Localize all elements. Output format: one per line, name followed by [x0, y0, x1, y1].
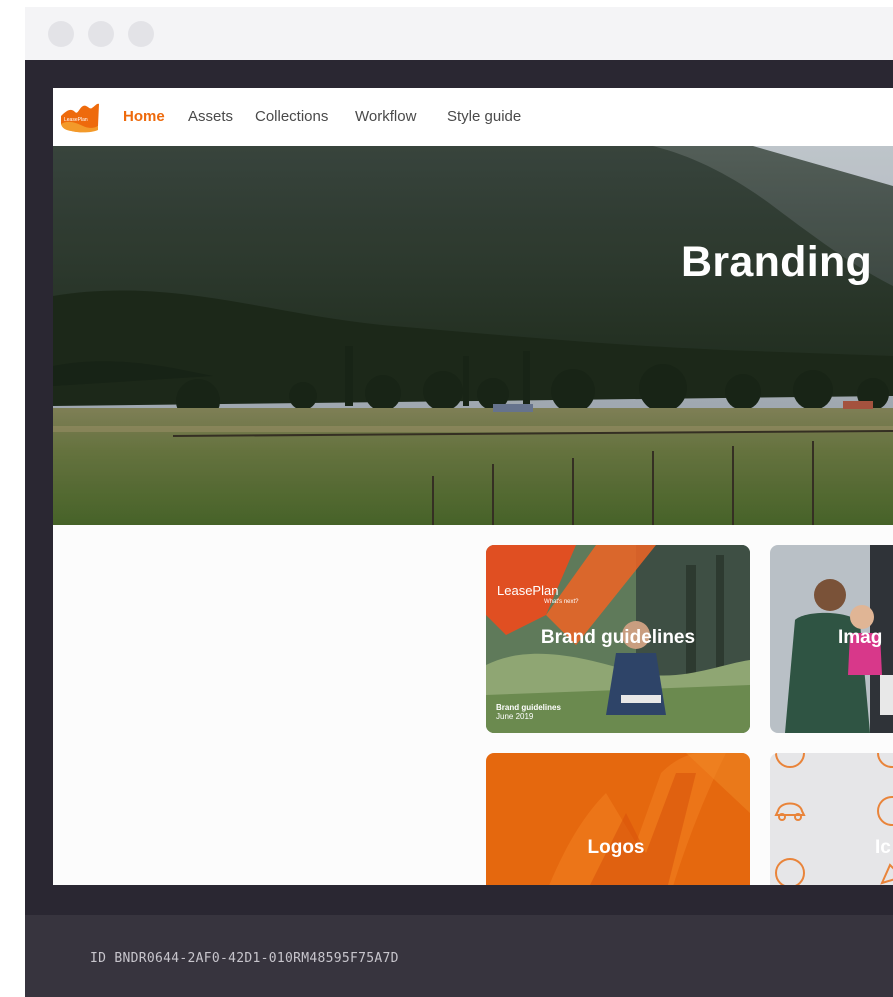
nav-item-assets[interactable]: Assets — [188, 108, 233, 125]
card-brand-name: LeasePlan — [497, 583, 559, 598]
nav-item-workflow[interactable]: Workflow — [355, 108, 416, 125]
collections-grid: LeasePlan What's next? Brand guidelines … — [53, 525, 893, 885]
footer-id-text: ID BNDR0644-2AF0-42D1-010RM48595F75A7D — [90, 951, 399, 966]
window-titlebar — [25, 7, 893, 60]
collection-card-icons[interactable]: Ic — [770, 753, 893, 885]
logo-text: LeasePlan — [64, 117, 88, 123]
hero-banner: Branding — [53, 146, 893, 525]
nav-item-home[interactable]: Home — [123, 108, 165, 125]
hero-landscape-image — [53, 146, 893, 525]
top-navigation: LeasePlan Home Assets Collections Workfl… — [53, 88, 893, 146]
card-title-logos: Logos — [587, 837, 645, 858]
collection-card-images[interactable]: Imag — [770, 545, 893, 733]
card-footnote-title: Brand guidelines — [496, 703, 561, 712]
card-footnote-date: June 2019 — [496, 712, 534, 721]
nav-item-collections[interactable]: Collections — [255, 108, 328, 125]
window-maximize-button[interactable] — [128, 21, 154, 47]
hero-title: Branding — [681, 238, 873, 286]
browser-window: LeasePlan Home Assets Collections Workfl… — [25, 7, 893, 997]
window-close-button[interactable] — [48, 21, 74, 47]
app-screen: LeasePlan Home Assets Collections Workfl… — [53, 88, 893, 885]
footer-bar: ID BNDR0644-2AF0-42D1-010RM48595F75A7D — [25, 915, 893, 997]
icons-card-image — [770, 753, 893, 885]
logos-card-image — [486, 753, 750, 885]
card-title-brand-guidelines: Brand guidelines — [540, 627, 696, 648]
card-title-images: Imag — [838, 627, 883, 648]
leaseplan-logo[interactable]: LeasePlan — [59, 100, 101, 134]
window-minimize-button[interactable] — [88, 21, 114, 47]
card-title-icons: Ic — [875, 837, 891, 858]
collection-card-brand-guidelines[interactable]: LeasePlan What's next? Brand guidelines … — [486, 545, 750, 733]
collection-card-logos[interactable]: Logos — [486, 753, 750, 885]
nav-item-style-guide[interactable]: Style guide — [447, 108, 521, 125]
card-tagline: What's next? — [544, 599, 579, 605]
